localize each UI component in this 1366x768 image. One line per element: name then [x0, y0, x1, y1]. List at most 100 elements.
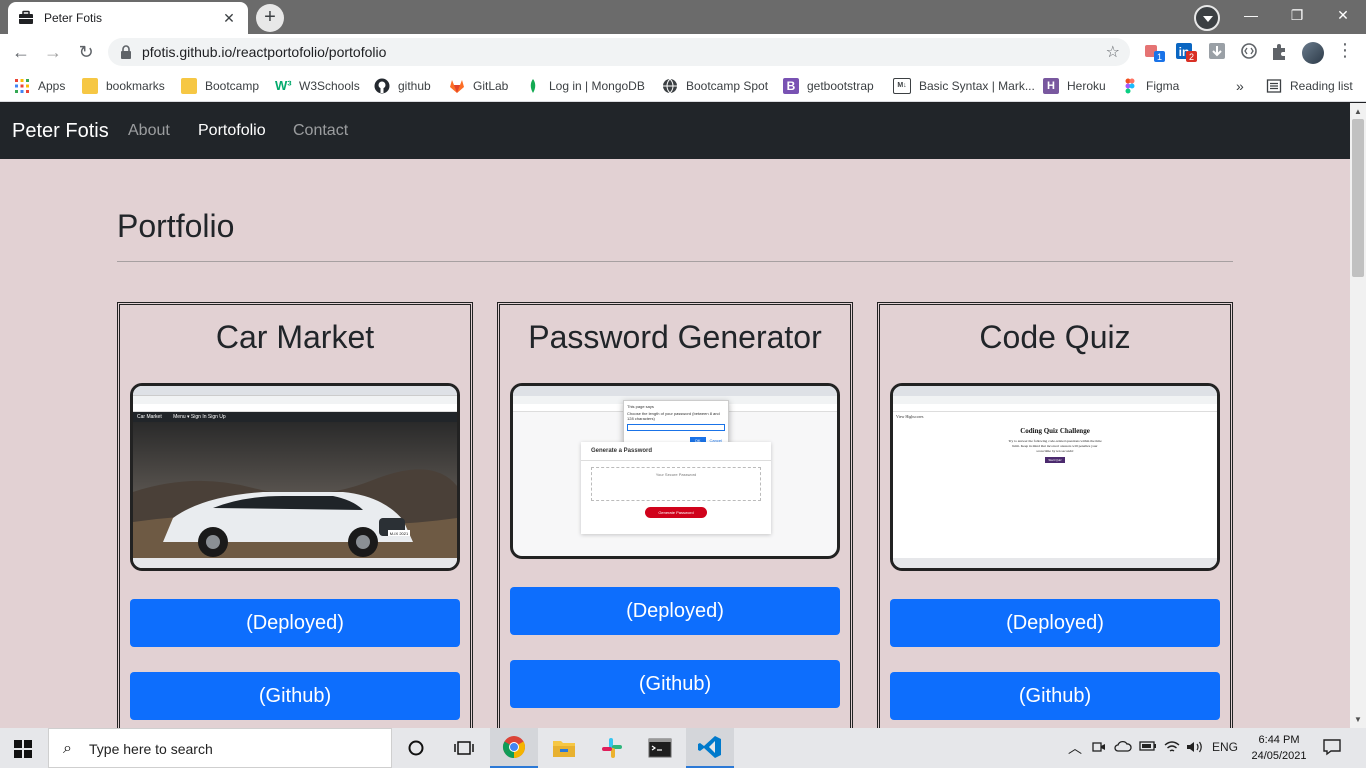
bookmark-star-icon[interactable]: ☆ [1106, 42, 1120, 62]
shot-address-strip [893, 396, 1217, 404]
bookmark-gitlab[interactable]: GitLab [449, 77, 508, 95]
bookmark-github[interactable]: github [374, 77, 431, 95]
bookmark-label: getbootstrap [807, 79, 874, 93]
cortana-icon[interactable] [392, 728, 440, 768]
scrollbar-thumb[interactable] [1352, 119, 1364, 277]
task-view-icon[interactable] [440, 728, 488, 768]
terminal-icon[interactable] [636, 728, 684, 768]
bookmark-heroku[interactable]: H Heroku [1043, 77, 1106, 95]
wifi-icon[interactable] [1164, 740, 1180, 757]
back-icon[interactable]: ← [8, 39, 34, 65]
shot-bookmark-strip [133, 404, 457, 412]
bookmarks-overflow-button[interactable]: » [1236, 77, 1244, 95]
project-screenshot[interactable]: Car Market Menu ▾ Sign In Sign Up M-IX 2… [130, 383, 460, 571]
shot-start-button: Start Quiz [1045, 457, 1065, 463]
nav-contact[interactable]: Contact [293, 122, 348, 140]
title-divider [117, 261, 1233, 262]
window-close-icon[interactable]: ✕ [1320, 0, 1366, 32]
taskbar-search-box[interactable]: ⌕ Type here to search [48, 728, 392, 768]
bookmark-label: GitLab [473, 79, 509, 93]
language-indicator[interactable]: ENG [1212, 740, 1238, 754]
slack-icon[interactable] [588, 728, 636, 768]
tab-search-button[interactable] [1194, 5, 1220, 31]
puzzle-icon[interactable] [1270, 42, 1292, 62]
shot-taskbar [133, 558, 457, 568]
bookmark-bootcamp-spot[interactable]: Bootcamp Spot [662, 77, 768, 95]
car-photo: M-IX 2021 [133, 422, 457, 558]
profile-avatar[interactable] [1302, 42, 1324, 64]
reload-icon[interactable]: ↻ [73, 39, 99, 65]
lock-icon [121, 45, 131, 59]
github-button[interactable]: (Github) [890, 672, 1220, 720]
forward-icon[interactable]: → [40, 39, 66, 65]
bookmark-apps[interactable]: Apps [14, 77, 65, 95]
page-scrollbar[interactable]: ▲ ▼ [1350, 103, 1366, 728]
site-brand[interactable]: Peter Fotis [12, 120, 109, 143]
reading-list-icon [1266, 79, 1282, 93]
onedrive-icon[interactable] [1114, 740, 1132, 755]
shot-tab-strip [513, 386, 837, 396]
volume-icon[interactable] [1186, 740, 1204, 757]
download-icon[interactable] [1208, 42, 1230, 62]
browser-toolbar: ← → ↻ pfotis.github.io/reactportofolio/p… [0, 34, 1366, 70]
deployed-button[interactable]: (Deployed) [510, 587, 840, 635]
tab-close-icon[interactable]: ✕ [220, 10, 238, 27]
reading-list-button[interactable]: Reading list [1266, 77, 1353, 95]
notification-center-icon[interactable] [1322, 738, 1342, 756]
chrome-icon[interactable] [490, 728, 538, 768]
apps-grid-icon [15, 79, 29, 93]
shot-description: Try to answer the following code-related… [1008, 439, 1102, 453]
nav-about[interactable]: About [128, 122, 170, 140]
github-button[interactable]: (Github) [510, 660, 840, 708]
shot-dialog-input [627, 424, 725, 431]
url-text: pfotis.github.io/reactportofolio/portofo… [142, 44, 387, 60]
project-screenshot[interactable]: View Highscores Coding Quiz Challenge Tr… [890, 383, 1220, 571]
bookmark-getbootstrap[interactable]: B getbootstrap [783, 77, 874, 95]
markdown-icon: M↓ [893, 78, 911, 94]
battery-icon[interactable] [1139, 740, 1157, 755]
more-menu-icon[interactable]: ⋮ [1336, 40, 1354, 61]
vscode-icon[interactable] [686, 728, 734, 768]
bookmark-mongodb[interactable]: Log in | MongoDB [525, 77, 645, 95]
bookmark-bootcamp[interactable]: Bootcamp [181, 77, 259, 95]
deployed-button[interactable]: (Deployed) [890, 599, 1220, 647]
clock-time: 6:44 PM [1258, 734, 1300, 746]
bookmark-label: Heroku [1067, 79, 1106, 93]
page-viewport: Peter Fotis About Portofolio Contact Por… [0, 103, 1350, 728]
heroku-icon: H [1043, 78, 1059, 94]
shot-generate-button: Generate Password [645, 507, 707, 518]
scroll-down-icon[interactable]: ▼ [1354, 715, 1362, 724]
shot-address-strip [133, 396, 457, 404]
linkedin-icon[interactable]: in 2 [1176, 42, 1198, 62]
tray-chevron-icon[interactable]: ︿ [1068, 738, 1082, 758]
bookmark-label: Log in | MongoDB [549, 79, 645, 93]
file-explorer-icon[interactable] [540, 728, 588, 768]
shot-tab-strip [893, 386, 1217, 396]
address-bar[interactable]: pfotis.github.io/reactportofolio/portofo… [108, 38, 1130, 66]
bookmark-bookmarks[interactable]: bookmarks [82, 77, 165, 95]
shot-textarea: Your Secure Password [591, 467, 761, 501]
nav-portofolio[interactable]: Portofolio [198, 122, 266, 140]
project-card-password-generator: Password Generator This page says Choose… [497, 302, 853, 728]
extension-icon-1[interactable]: 1 [1144, 42, 1166, 62]
project-screenshot[interactable]: This page says Choose the length of your… [510, 383, 840, 559]
scroll-up-icon[interactable]: ▲ [1354, 107, 1362, 116]
github-button[interactable]: (Github) [130, 672, 460, 720]
shot-highscores-link: View Highscores [896, 414, 924, 419]
meet-now-icon[interactable] [1092, 740, 1106, 757]
system-clock[interactable]: 6:44 PM 24/05/2021 [1244, 732, 1314, 764]
new-tab-button[interactable]: + [256, 4, 284, 32]
restore-icon[interactable]: ❐ [1274, 0, 1320, 32]
bookmark-markdown[interactable]: M↓ Basic Syntax | Mark... [893, 77, 1035, 95]
bookmark-w3schools[interactable]: W³ W3Schools [275, 77, 360, 95]
code-extension-icon[interactable] [1240, 42, 1262, 62]
minimize-icon[interactable]: — [1228, 0, 1274, 32]
svg-text:M-IX 2021: M-IX 2021 [390, 531, 409, 536]
windows-start-icon[interactable] [14, 740, 32, 758]
shot-dialog-text: Choose the length of your password (betw… [627, 411, 720, 421]
deployed-button[interactable]: (Deployed) [130, 599, 460, 647]
browser-tab[interactable]: Peter Fotis ✕ [8, 2, 248, 34]
bookmark-figma[interactable]: Figma [1122, 77, 1179, 95]
shot-prompt-dialog: This page says Choose the length of your… [623, 400, 729, 448]
reading-list-label: Reading list [1290, 79, 1353, 93]
